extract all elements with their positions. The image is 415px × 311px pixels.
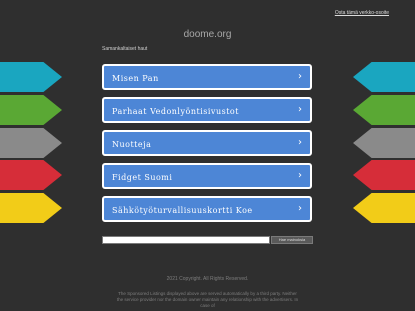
- chevron-right-icon: ›: [298, 170, 302, 181]
- ribbon-left-red: [0, 160, 62, 190]
- chevron-right-icon: ›: [298, 137, 302, 148]
- ribbon-right-red: [353, 160, 415, 190]
- chevron-right-icon: ›: [298, 104, 302, 115]
- chevron-right-icon: ›: [298, 71, 302, 82]
- search-bar: Hae mainoksia: [102, 236, 313, 244]
- ribbon-right-cyan: [353, 62, 415, 92]
- disclaimer-text: The Sponsored Listings displayed above a…: [116, 291, 299, 308]
- ribbon-right-yellow: [353, 193, 415, 223]
- top-bar: Osta tämä verkko-osoite: [0, 0, 415, 30]
- link-label: Fidget Suomi: [112, 173, 173, 182]
- related-link-nuotteja[interactable]: Nuotteja ›: [102, 130, 312, 156]
- ribbon-left-yellow: [0, 193, 62, 223]
- related-searches-label: Samankaltaiset haut: [102, 46, 148, 52]
- ribbon-right-green: [353, 95, 415, 125]
- search-input[interactable]: [102, 236, 270, 244]
- buy-domain-link[interactable]: Osta tämä verkko-osoite: [335, 10, 389, 16]
- domain-title: doome.org: [183, 29, 232, 40]
- ribbon-left-green: [0, 95, 62, 125]
- related-link-misen-pan[interactable]: Misen Pan ›: [102, 64, 312, 90]
- link-label: Sähkötyöturvallisuuskortti Koe: [112, 206, 253, 215]
- link-label: Misen Pan: [112, 74, 159, 83]
- ribbon-left-cyan: [0, 62, 62, 92]
- related-link-sahkotyoturvallisuuskortti[interactable]: Sähkötyöturvallisuuskortti Koe ›: [102, 196, 312, 222]
- ribbon-right-gray: [353, 128, 415, 158]
- link-label: Parhaat Vedonlyöntisivustot: [112, 107, 239, 116]
- chevron-right-icon: ›: [298, 203, 302, 214]
- related-link-fidget-suomi[interactable]: Fidget Suomi ›: [102, 163, 312, 189]
- search-button[interactable]: Hae mainoksia: [271, 236, 313, 244]
- ribbon-left-gray: [0, 128, 62, 158]
- copyright-text: 2021 Copyright. All Rights Reserved.: [166, 276, 249, 282]
- related-link-vedonlyontisivustot[interactable]: Parhaat Vedonlyöntisivustot ›: [102, 97, 312, 123]
- link-label: Nuotteja: [112, 140, 152, 149]
